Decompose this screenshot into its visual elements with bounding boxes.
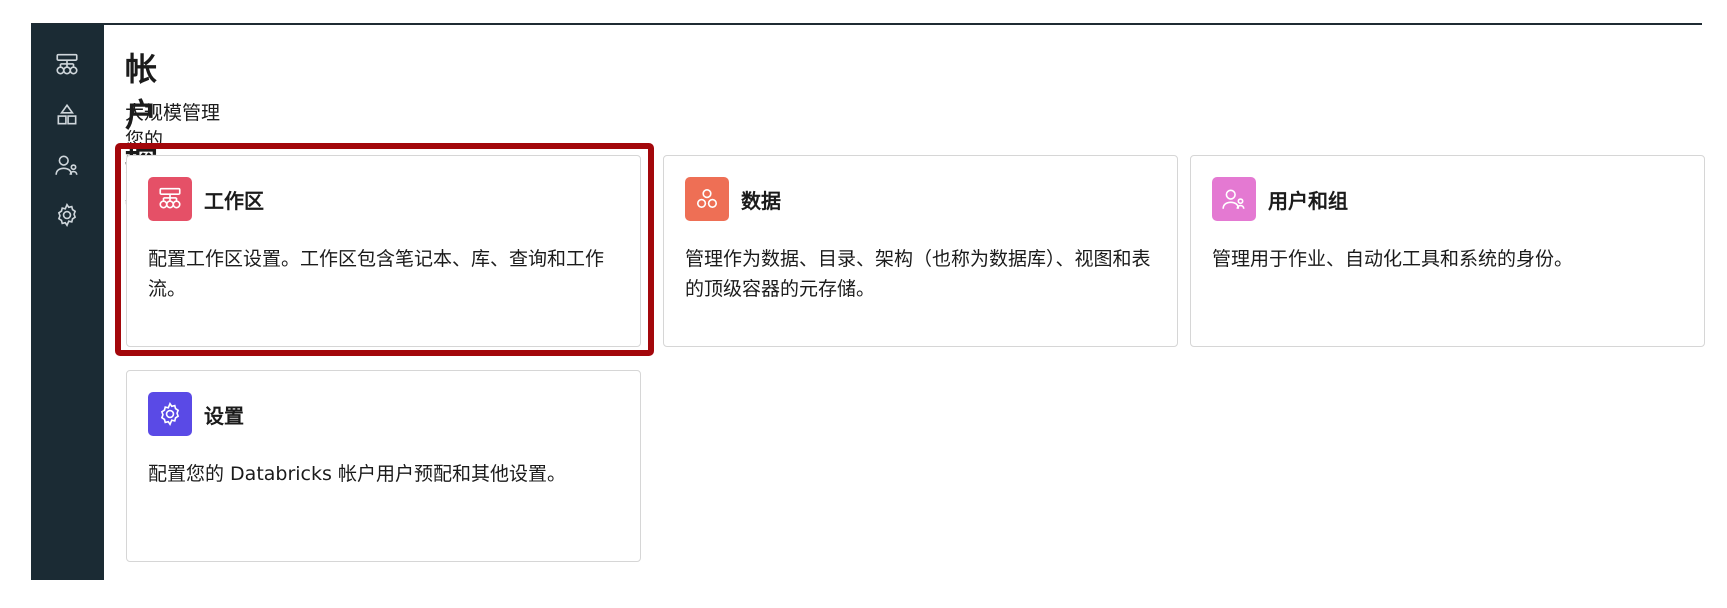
card-settings[interactable]: 设置 配置您的 Databricks 帐户用户预配和其他设置。	[126, 370, 641, 562]
users-icon	[55, 155, 78, 175]
card-icon-badge	[685, 177, 729, 221]
workspaces-icon	[159, 187, 181, 209]
sidebar-item-catalog[interactable]	[50, 98, 84, 132]
data-icon	[696, 188, 718, 208]
card-description: 配置工作区设置。工作区包含笔记本、库、查询和工作流。	[148, 248, 605, 300]
card-description: 配置您的 Databricks 帐户用户预配和其他设置。	[148, 463, 566, 485]
card-icon-badge	[148, 177, 192, 221]
card-icon-badge	[148, 392, 192, 436]
gear-icon	[160, 402, 180, 426]
card-description: 管理作为数据、目录、架构（也称为数据库）、视图和表的顶级容器的元存储。	[685, 248, 1151, 300]
card-title: 工作区	[204, 188, 264, 213]
card-title: 数据	[741, 188, 781, 213]
card-title: 用户和组	[1268, 188, 1348, 213]
card-icon-badge	[1212, 177, 1256, 221]
card-title: 设置	[204, 403, 244, 428]
users-icon	[1222, 189, 1245, 209]
sidebar-item-settings[interactable]	[50, 198, 84, 232]
sidebar-item-workspaces[interactable]	[50, 48, 84, 82]
sidebar-item-users[interactable]	[50, 148, 84, 182]
card-description: 管理用于作业、自动化工具和系统的身份。	[1212, 248, 1574, 270]
sidebar	[31, 24, 104, 580]
card-workspaces[interactable]: 工作区 配置工作区设置。工作区包含笔记本、库、查询和工作流。	[126, 155, 641, 347]
card-users-groups[interactable]: 用户和组 管理用于作业、自动化工具和系统的身份。	[1190, 155, 1705, 347]
workspaces-icon	[56, 53, 78, 75]
catalog-icon	[57, 103, 77, 125]
card-data[interactable]: 数据 管理作为数据、目录、架构（也称为数据库）、视图和表的顶级容器的元存储。	[663, 155, 1178, 347]
gear-icon	[57, 203, 77, 227]
top-divider	[31, 23, 1702, 25]
